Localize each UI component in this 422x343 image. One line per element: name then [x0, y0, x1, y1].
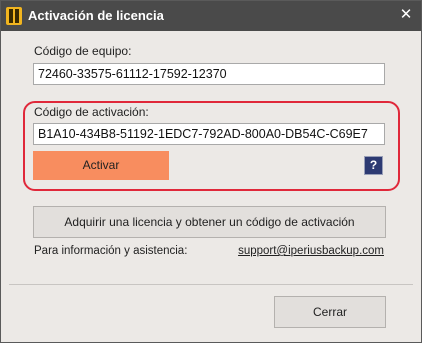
- support-info-text: Para información y asistencia:: [34, 245, 188, 257]
- license-activation-dialog: Activación de licencia ✕ Código de equip…: [0, 0, 422, 343]
- close-icon[interactable]: ✕: [395, 5, 417, 25]
- activation-code-label: Código de activación:: [34, 105, 149, 119]
- machine-code-label: Código de equipo:: [34, 44, 132, 58]
- machine-code-field[interactable]: 72460-33575-61112-17592-12370: [33, 63, 385, 85]
- acquire-license-button[interactable]: Adquirir una licencia y obtener un códig…: [33, 206, 386, 238]
- support-email-link[interactable]: support@iperiusbackup.com: [238, 245, 384, 257]
- title-bar[interactable]: Activación de licencia ✕: [1, 1, 421, 31]
- footer-divider: [9, 284, 413, 285]
- activate-button[interactable]: Activar: [33, 151, 169, 180]
- help-icon[interactable]: ?: [364, 156, 383, 175]
- activation-code-field[interactable]: B1A10-434B8-51192-1EDC7-792AD-800A0-DB54…: [33, 123, 385, 145]
- close-button[interactable]: Cerrar: [274, 296, 386, 328]
- iperius-logo-icon: [6, 7, 22, 25]
- window-title: Activación de licencia: [28, 8, 164, 23]
